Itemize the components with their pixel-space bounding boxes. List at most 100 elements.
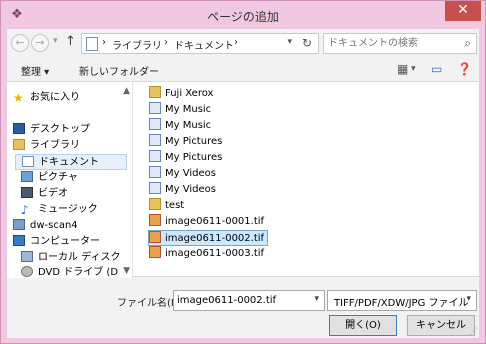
search-input[interactable] (328, 36, 456, 51)
list-item[interactable]: My Videos (149, 166, 219, 182)
up-button[interactable]: ↑ (65, 34, 76, 49)
list-item[interactable]: My Videos (149, 182, 219, 198)
file-name: My Pictures (165, 136, 223, 147)
list-item-selected[interactable]: image0611-0002.tif (148, 230, 269, 246)
address-bar[interactable]: › ライブラリ › ドキュメント › ▾ ↻ (81, 33, 319, 54)
sidebar-item-dvd-drive[interactable]: DVD ドライブ (D: (21, 265, 119, 281)
file-name: My Music (165, 120, 212, 131)
library-icon (13, 139, 25, 150)
navigation-row: ← → ▾ ↑ › ライブラリ › ドキュメント › ▾ ↻ ⌕ (7, 31, 479, 57)
file-name: My Music (165, 104, 212, 115)
list-item[interactable]: My Music (149, 118, 214, 134)
star-icon: ★ (13, 91, 24, 105)
sidebar-item-pictures[interactable]: ピクチャ (21, 170, 133, 186)
view-options-icon[interactable]: ▦ (397, 62, 408, 76)
recent-dropdown-icon[interactable]: ▾ (53, 36, 58, 46)
folder-icon (149, 86, 161, 98)
sidebar-item-label: ピクチャ (38, 172, 78, 183)
command-toolbar: 整理 ▾ 新しいフォルダー ▦ ▾ ▭ ❓ (7, 59, 479, 81)
music-library-icon (149, 118, 161, 130)
filename-input[interactable] (177, 293, 305, 308)
file-name: My Videos (165, 184, 216, 195)
list-item[interactable]: image0611-0003.tif (149, 246, 267, 262)
breadcrumb-library[interactable]: ライブラリ (112, 37, 162, 52)
pictures-library-icon (149, 150, 161, 162)
filename-combobox[interactable]: ▾ (173, 290, 325, 311)
dialog-window: ❖ ページの追加 ✕ ← → ▾ ↑ › ライブラリ › ドキュメント › ▾ … (0, 0, 486, 344)
file-name: My Videos (165, 168, 216, 179)
computer-icon (13, 235, 25, 246)
resize-grip-icon[interactable]: ⋰ (469, 327, 478, 337)
help-icon[interactable]: ❓ (457, 62, 472, 76)
sidebar-item-favorites[interactable]: ★ お気に入り (13, 90, 125, 106)
sidebar-item-library[interactable]: ライブラリ (13, 138, 125, 154)
filetype-select[interactable]: TIFF/PDF/XDW/JPG ファイル ▾ (327, 290, 477, 311)
videos-library-icon (149, 182, 161, 194)
sidebar-item-label: ビデオ (38, 188, 68, 199)
filetype-value: TIFF/PDF/XDW/JPG ファイル (334, 298, 469, 309)
breadcrumb-documents[interactable]: ドキュメント (174, 37, 234, 52)
breadcrumb-sep: › (102, 37, 106, 48)
desktop-icon (13, 123, 25, 134)
music-icon: ♪ (21, 203, 29, 217)
refresh-icon[interactable]: ↻ (302, 36, 312, 50)
tif-file-icon (149, 231, 161, 243)
window-title: ページの追加 (207, 10, 279, 24)
pictures-icon (21, 171, 33, 182)
dialog-client: ← → ▾ ↑ › ライブラリ › ドキュメント › ▾ ↻ ⌕ 整理 ▾ 新し… (7, 29, 479, 338)
video-icon (21, 187, 33, 198)
tif-file-icon (149, 214, 161, 226)
cancel-button[interactable]: キャンセル (407, 315, 475, 336)
videos-library-icon (149, 166, 161, 178)
forward-button[interactable]: → (31, 34, 49, 52)
sidebar-item-label: DVD ドライブ (D: (38, 267, 119, 278)
search-box[interactable]: ⌕ (323, 33, 477, 54)
sidebar-item-documents[interactable]: ドキュメント (15, 154, 127, 170)
sidebar-item-local-disk[interactable]: ローカル ディスク (21, 250, 133, 266)
file-name: image0611-0001.tif (165, 216, 265, 227)
sidebar-item-label: お気に入り (30, 92, 80, 103)
sidebar-item-label: ライブラリ (30, 140, 80, 151)
back-button[interactable]: ← (11, 34, 29, 52)
file-list[interactable]: Fuji Xerox My Music My Music My Pictures… (137, 82, 477, 278)
search-icon[interactable]: ⌕ (464, 36, 471, 51)
preview-pane-icon[interactable]: ▭ (431, 62, 442, 76)
list-item[interactable]: test (149, 198, 187, 214)
title-bar[interactable]: ❖ ページの追加 ✕ (1, 1, 485, 31)
sidebar-item-desktop[interactable]: デスクトップ (13, 122, 125, 138)
organize-button[interactable]: 整理 ▾ (21, 63, 49, 78)
pictures-library-icon (149, 134, 161, 146)
list-item[interactable]: My Pictures (149, 134, 225, 150)
file-name: image0611-0003.tif (165, 248, 265, 259)
sidebar-item-computer[interactable]: コンピューター (13, 234, 125, 250)
music-library-icon (149, 102, 161, 114)
file-name: image0611-0002.tif (165, 233, 265, 244)
chevron-down-icon[interactable]: ▾ (314, 294, 319, 304)
browser-area: ▲ ★ お気に入り デスクトップ ライブラリ ドキュメント ピクチャ ビデオ ♪ ミ… (7, 81, 479, 278)
list-item[interactable]: Fuji Xerox (149, 86, 216, 102)
close-button[interactable]: ✕ (445, 1, 481, 21)
sidebar-item-music[interactable]: ♪ ミュージック (21, 202, 133, 218)
chevron-down-icon[interactable]: ▾ (466, 294, 471, 304)
list-item[interactable]: My Music (149, 102, 214, 118)
sidebar-item-label: dw-scan4 (30, 220, 78, 231)
sidebar-item-label: ドキュメント (39, 157, 99, 168)
list-item[interactable]: image0611-0001.tif (149, 214, 267, 230)
scroll-down-icon[interactable]: ▼ (123, 266, 130, 276)
address-dropdown-icon[interactable]: ▾ (287, 37, 292, 47)
view-dropdown-icon[interactable]: ▾ (411, 64, 416, 74)
document-icon (86, 37, 98, 51)
sidebar-item-label: ミュージック (38, 204, 98, 215)
new-folder-button[interactable]: 新しいフォルダー (79, 63, 159, 78)
sidebar-item-videos[interactable]: ビデオ (21, 186, 133, 202)
navigation-pane[interactable]: ▲ ★ お気に入り デスクトップ ライブラリ ドキュメント ピクチャ ビデオ ♪ ミ… (7, 82, 133, 278)
breadcrumb-sep: › (164, 37, 168, 48)
tif-file-icon (149, 246, 161, 258)
document-icon (22, 156, 34, 167)
open-button[interactable]: 開く(O) (329, 315, 397, 336)
list-item[interactable]: My Pictures (149, 150, 225, 166)
sidebar-item-user-folder[interactable]: dw-scan4 (13, 218, 125, 234)
user-folder-icon (13, 219, 25, 230)
local-disk-icon (21, 251, 33, 262)
file-name: Fuji Xerox (165, 88, 214, 99)
